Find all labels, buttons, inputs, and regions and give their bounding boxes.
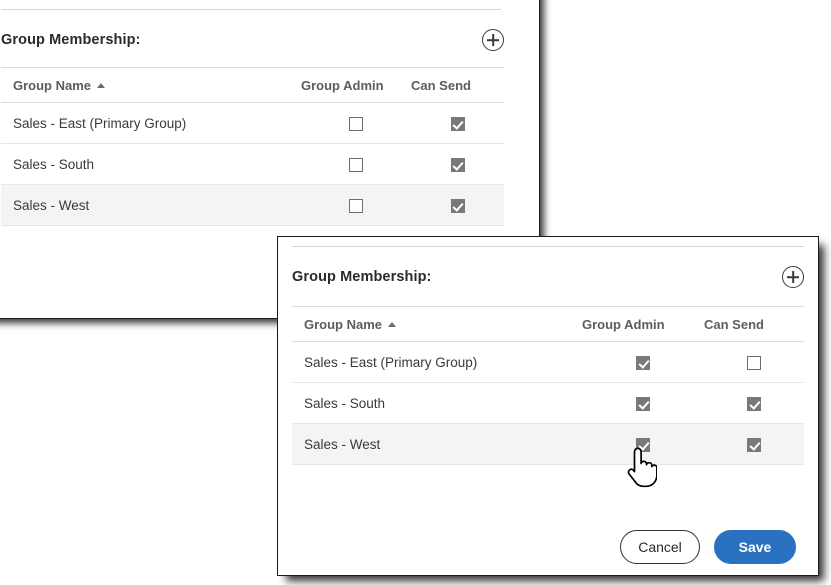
cell-can-send — [411, 185, 504, 226]
cell-group-name: Sales - South — [292, 383, 582, 424]
sort-ascending-icon — [97, 83, 105, 88]
table-row[interactable]: Sales - South — [292, 383, 804, 424]
add-group-plus-icon[interactable] — [482, 29, 504, 51]
column-header-group-name-label: Group Name — [304, 317, 382, 332]
column-header-can-send[interactable]: Can Send — [411, 68, 504, 103]
section-title-back: Group Membership: — [1, 32, 140, 48]
checkbox-can-send[interactable] — [451, 158, 465, 172]
checkbox-group-admin[interactable] — [636, 438, 650, 452]
column-header-group-name[interactable]: Group Name — [1, 68, 301, 103]
cell-can-send — [704, 424, 804, 465]
table-row[interactable]: Sales - South — [1, 144, 504, 185]
checkbox-can-send[interactable] — [451, 117, 465, 131]
checkbox-can-send[interactable] — [451, 199, 465, 213]
cell-group-name: Sales - West — [292, 424, 582, 465]
checkbox-group-admin[interactable] — [636, 356, 650, 370]
column-header-group-admin[interactable]: Group Admin — [582, 307, 704, 342]
table-row[interactable]: Sales - West — [1, 185, 504, 226]
table-row[interactable]: Sales - East (Primary Group) — [1, 103, 504, 144]
cell-group-admin — [582, 424, 704, 465]
table-row[interactable]: Sales - East (Primary Group) — [292, 342, 804, 383]
dialog-footer: Cancel Save — [620, 530, 796, 564]
cell-can-send — [704, 383, 804, 424]
top-divider-front — [292, 246, 804, 247]
cell-can-send — [704, 342, 804, 383]
add-group-plus-icon[interactable] — [782, 266, 804, 288]
section-title-front: Group Membership: — [292, 269, 431, 285]
cell-group-admin — [582, 342, 704, 383]
section-header-front: Group Membership: — [292, 263, 804, 291]
checkbox-can-send[interactable] — [747, 397, 761, 411]
cell-group-name: Sales - East (Primary Group) — [292, 342, 582, 383]
top-divider-back — [1, 9, 501, 10]
checkbox-group-admin[interactable] — [349, 199, 363, 213]
checkbox-group-admin[interactable] — [349, 158, 363, 172]
cell-can-send — [411, 144, 504, 185]
table-body-front: Sales - East (Primary Group) Sales - Sou… — [292, 342, 804, 465]
table-row[interactable]: Sales - West — [292, 424, 804, 465]
column-header-group-admin[interactable]: Group Admin — [301, 68, 411, 103]
section-header-back: Group Membership: — [1, 26, 504, 54]
sort-ascending-icon — [388, 322, 396, 327]
column-header-can-send[interactable]: Can Send — [704, 307, 804, 342]
cell-group-admin — [301, 185, 411, 226]
group-membership-table-front: Group Name Group Admin Can Send Sales - … — [292, 306, 804, 465]
checkbox-can-send[interactable] — [747, 438, 761, 452]
cell-can-send — [411, 103, 504, 144]
cell-group-admin — [301, 103, 411, 144]
table-body-back: Sales - East (Primary Group) Sales - Sou… — [1, 103, 504, 226]
cell-group-name: Sales - West — [1, 185, 301, 226]
cancel-button[interactable]: Cancel — [620, 530, 700, 564]
checkbox-group-admin[interactable] — [349, 117, 363, 131]
cell-group-admin — [301, 144, 411, 185]
table-header-row: Group Name Group Admin Can Send — [292, 307, 804, 342]
checkbox-can-send[interactable] — [747, 356, 761, 370]
column-header-group-name[interactable]: Group Name — [292, 307, 582, 342]
cell-group-admin — [582, 383, 704, 424]
group-membership-dialog: Group Membership: Group Name Group Admin… — [277, 236, 819, 576]
cell-group-name: Sales - East (Primary Group) — [1, 103, 301, 144]
column-header-group-name-label: Group Name — [13, 78, 91, 93]
cell-group-name: Sales - South — [1, 144, 301, 185]
save-button[interactable]: Save — [714, 530, 796, 564]
checkbox-group-admin[interactable] — [636, 397, 650, 411]
table-header-row: Group Name Group Admin Can Send — [1, 68, 504, 103]
group-membership-table-back: Group Name Group Admin Can Send Sales - … — [1, 67, 504, 226]
